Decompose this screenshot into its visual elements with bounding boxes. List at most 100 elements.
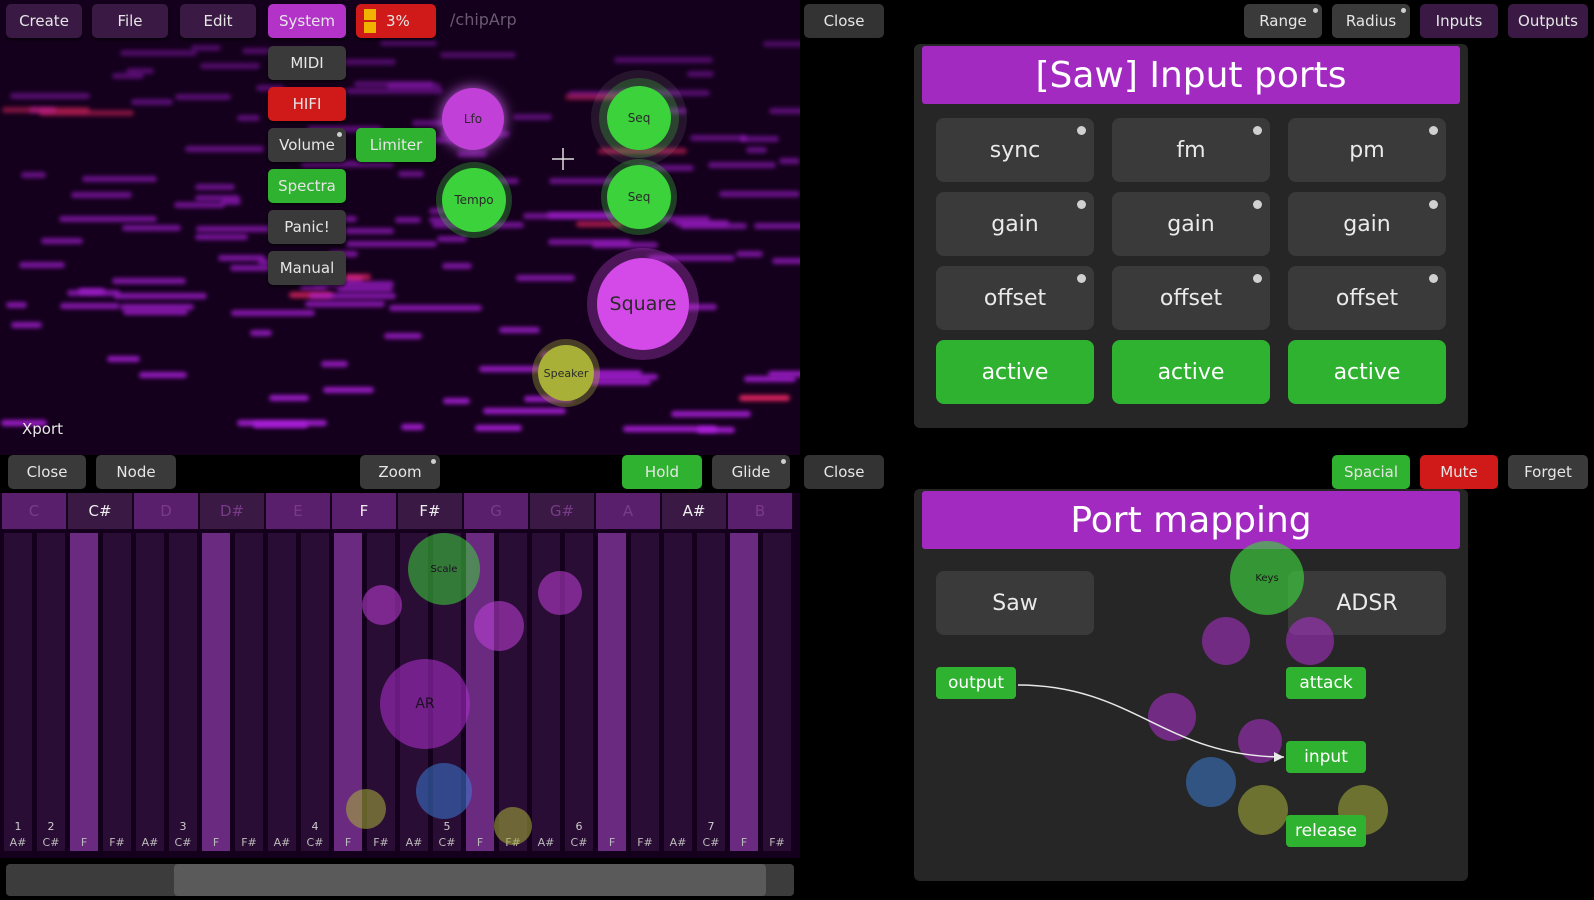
roll-column[interactable]: A#	[136, 533, 164, 851]
mapping-release[interactable]: release	[1286, 815, 1366, 847]
roll-column[interactable]: F	[70, 533, 98, 851]
mapping-output[interactable]: output	[936, 667, 1016, 699]
spectrum-streak	[58, 216, 157, 223]
inputs-button[interactable]: Inputs	[1420, 4, 1498, 38]
forget-button[interactable]: Forget	[1508, 455, 1588, 489]
roll-scrollbar-thumb[interactable]	[174, 864, 766, 896]
port-offset-3-dot-icon	[1429, 274, 1438, 283]
note-header[interactable]: F#	[398, 493, 462, 529]
port-active-2[interactable]: active	[1112, 340, 1270, 404]
roll-column[interactable]: 4 C#	[301, 533, 329, 851]
port-gain-3[interactable]: gain	[1288, 192, 1446, 256]
port-offset-3[interactable]: offset	[1288, 266, 1446, 330]
roll-column[interactable]: A#	[268, 533, 296, 851]
mapping-attack[interactable]: attack	[1286, 667, 1366, 699]
roll-column[interactable]: F	[202, 533, 230, 851]
mute-button[interactable]: Mute	[1420, 455, 1498, 489]
range-button[interactable]: Range	[1244, 4, 1322, 38]
roll-column-label: F	[476, 836, 484, 849]
note-header[interactable]: C#	[68, 493, 132, 529]
node-speaker[interactable]: Speaker	[538, 345, 594, 401]
spectrum-streak	[671, 410, 751, 417]
zoom-button[interactable]: Zoom	[360, 455, 440, 489]
volume-button[interactable]: Volume	[268, 128, 346, 162]
port-offset-1[interactable]: offset	[936, 266, 1094, 330]
spectrum-streak	[125, 68, 154, 75]
port-sync[interactable]: sync	[936, 118, 1094, 182]
piano-roll[interactable]: C C# D D# E F F# G G# A A# B 1 A# 2 C# F F# A# 3 C# F F# A# 4 C#…	[0, 493, 800, 858]
roll-close-button[interactable]: Close	[8, 455, 86, 489]
spectrum-streak	[18, 261, 65, 268]
port-offset-2[interactable]: offset	[1112, 266, 1270, 330]
roll-column[interactable]: 3 C#	[169, 533, 197, 851]
file-button[interactable]: File	[92, 4, 168, 38]
spectrum-streak	[512, 113, 552, 120]
glide-button[interactable]: Glide	[712, 455, 790, 489]
note-header[interactable]: A	[596, 493, 660, 529]
close-top-button[interactable]: Close	[804, 4, 884, 38]
close-mid-button[interactable]: Close	[804, 455, 884, 489]
note-header[interactable]: G#	[530, 493, 594, 529]
panic-button[interactable]: Panic!	[268, 210, 346, 244]
note-header[interactable]: B	[728, 493, 792, 529]
port-active-1[interactable]: active	[936, 340, 1094, 404]
roll-column[interactable]: F#	[631, 533, 659, 851]
roll-column-label: F#	[373, 836, 389, 849]
midi-button[interactable]: MIDI	[268, 46, 346, 80]
spectrum-streak	[249, 329, 272, 336]
port-gain-1[interactable]: gain	[936, 192, 1094, 256]
roll-column[interactable]: F#	[763, 533, 791, 851]
spectrum-streak	[21, 172, 47, 179]
hold-button[interactable]: Hold	[622, 455, 702, 489]
roll-scrollbar[interactable]	[6, 864, 794, 896]
manual-button[interactable]: Manual	[268, 251, 346, 285]
port-fm[interactable]: fm	[1112, 118, 1270, 182]
roll-column[interactable]: F#	[499, 533, 527, 851]
port-active-3[interactable]: active	[1288, 340, 1446, 404]
node-square[interactable]: Square	[597, 258, 689, 350]
hifi-button[interactable]: HIFI	[268, 87, 346, 121]
note-header[interactable]: G	[464, 493, 528, 529]
node-tempo[interactable]: Tempo	[442, 168, 506, 232]
mapping-input[interactable]: input	[1286, 741, 1366, 773]
note-header[interactable]: A#	[662, 493, 726, 529]
roll-column-label: A#	[669, 836, 687, 849]
radius-button[interactable]: Radius	[1332, 4, 1410, 38]
roll-column[interactable]: F	[730, 533, 758, 851]
spectrum-streak	[323, 386, 374, 393]
spectrum-streak	[437, 236, 467, 243]
roll-column-label: C#	[438, 836, 456, 849]
note-header[interactable]: D	[134, 493, 198, 529]
limiter-button[interactable]: Limiter	[356, 128, 436, 162]
node-button[interactable]: Node	[96, 455, 176, 489]
note-header[interactable]: E	[266, 493, 330, 529]
xport-label[interactable]: Xport	[22, 420, 63, 438]
spectrogram-canvas[interactable]: Lfo Seq Tempo Seq Square Speaker Xport	[0, 0, 800, 455]
roll-column[interactable]: F#	[103, 533, 131, 851]
node-lfo[interactable]: Lfo	[442, 88, 504, 150]
node-seq-2[interactable]: Seq	[607, 165, 671, 229]
roll-column[interactable]: F	[598, 533, 626, 851]
roll-column[interactable]: A#	[664, 533, 692, 851]
ghost-node-small-2	[474, 601, 524, 651]
spectra-button[interactable]: Spectra	[268, 169, 346, 203]
edit-button[interactable]: Edit	[180, 4, 256, 38]
note-header[interactable]: F	[332, 493, 396, 529]
spectrum-streak	[11, 321, 42, 328]
node-seq-1[interactable]: Seq	[607, 86, 671, 150]
roll-column-number: 2	[47, 820, 55, 833]
note-header[interactable]: D#	[200, 493, 264, 529]
roll-column[interactable]: 7 C#	[697, 533, 725, 851]
create-button[interactable]: Create	[6, 4, 82, 38]
roll-column[interactable]: 1 A#	[4, 533, 32, 851]
spectrum-streak	[196, 225, 279, 232]
port-pm[interactable]: pm	[1288, 118, 1446, 182]
spectrum-streak	[394, 217, 422, 224]
system-button[interactable]: System	[268, 4, 346, 38]
note-header[interactable]: C	[2, 493, 66, 529]
port-gain-2[interactable]: gain	[1112, 192, 1270, 256]
outputs-button[interactable]: Outputs	[1508, 4, 1588, 38]
roll-column[interactable]: F#	[235, 533, 263, 851]
spacial-button[interactable]: Spacial	[1332, 455, 1410, 489]
roll-column[interactable]: 2 C#	[37, 533, 65, 851]
